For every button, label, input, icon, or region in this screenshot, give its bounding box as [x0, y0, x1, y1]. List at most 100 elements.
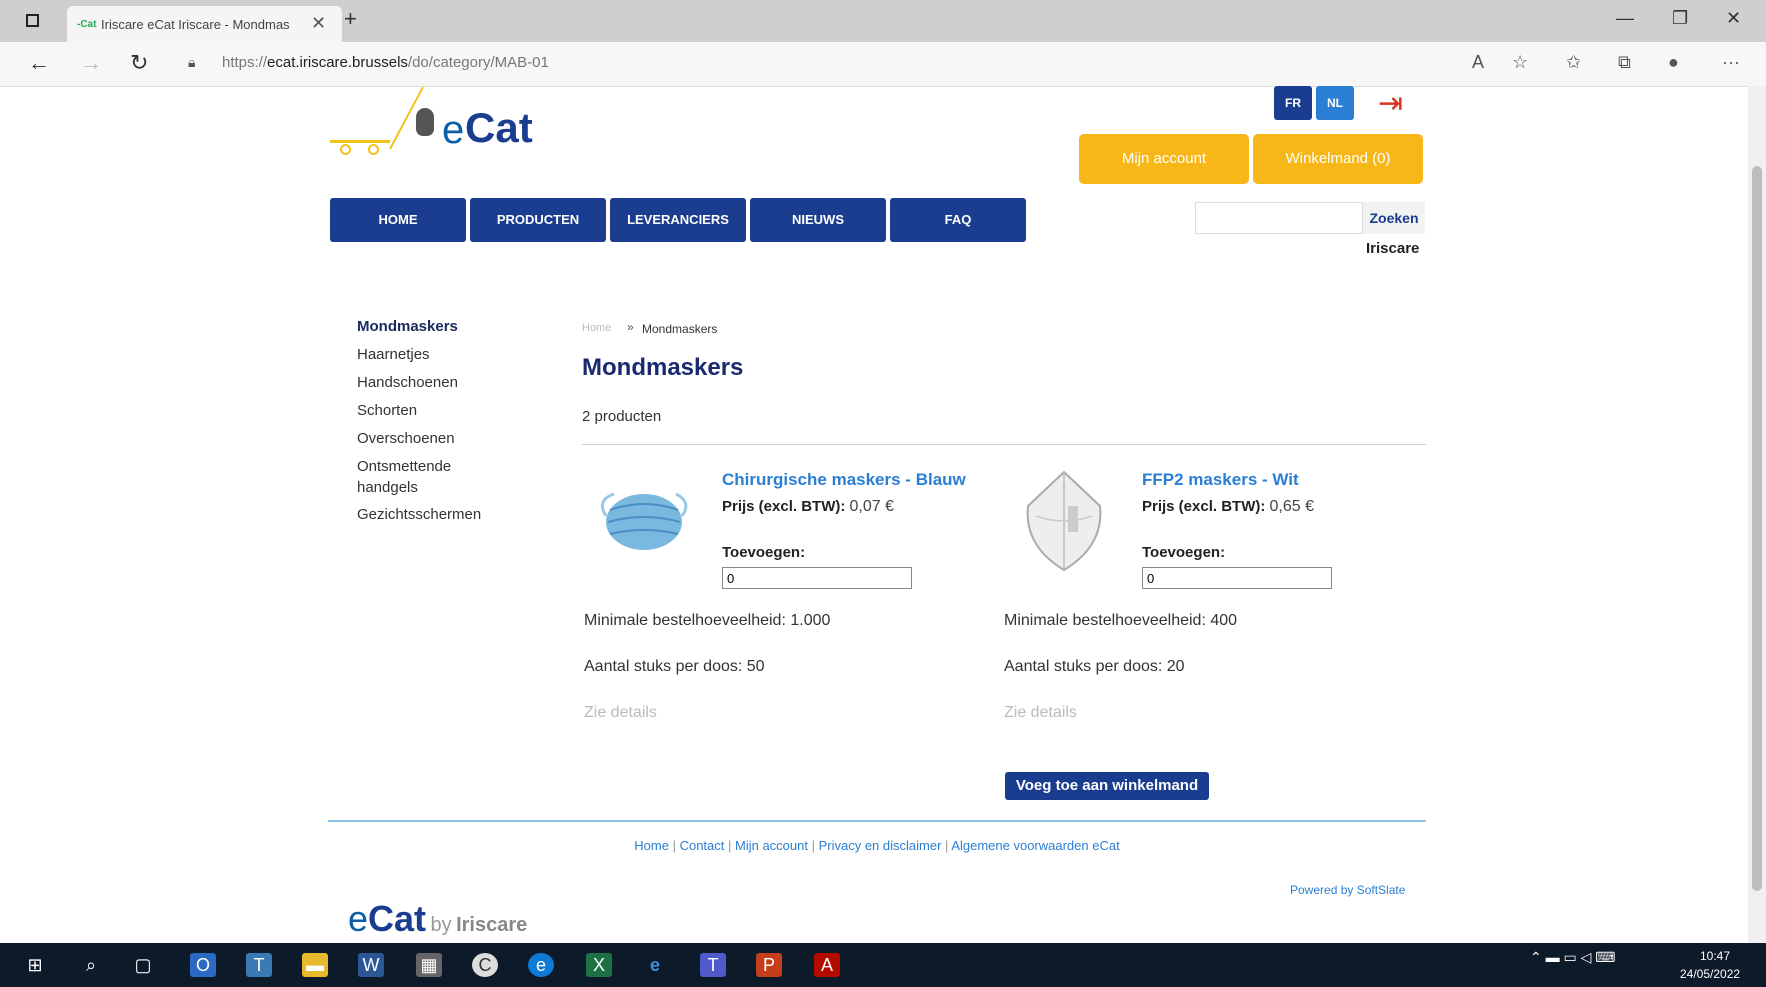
clock-date[interactable]: 24/05/2022 — [1680, 967, 1740, 981]
refresh-icon[interactable]: ↻ — [130, 50, 148, 76]
word-icon[interactable]: W — [358, 953, 384, 977]
breadcrumb-separator: » — [627, 320, 634, 334]
read-aloud-icon[interactable]: A — [1472, 52, 1484, 73]
footer-link-privacy[interactable]: Privacy en disclaimer — [819, 838, 942, 853]
logo-cat: Cat — [465, 104, 533, 151]
footer-logo: eCat by Iriscare — [348, 898, 527, 940]
teams-chat-icon[interactable]: T — [700, 953, 726, 977]
add-label: Toevoegen: — [722, 544, 806, 561]
cart-logo-bar — [330, 140, 390, 143]
logout-icon[interactable]: ⇥ — [1378, 86, 1403, 121]
sidebar-item-gezichtsschermen[interactable]: Gezichtsschermen — [357, 506, 481, 523]
footer-logo-by: by — [430, 914, 452, 936]
browser-tab-bar: -Cat Iriscare eCat Iriscare - Mondmas ✕ … — [0, 0, 1766, 42]
restore-icon[interactable]: ❐ — [1672, 8, 1688, 29]
minimize-icon[interactable]: — — [1616, 8, 1634, 29]
site-logo[interactable]: e Cat — [330, 86, 550, 156]
lock-icon[interactable]: 🔒︎ — [188, 54, 195, 71]
sidebar-item-handschoenen[interactable]: Handschoenen — [357, 374, 458, 391]
nav-producten[interactable]: PRODUCTEN — [470, 198, 606, 242]
surgical-mask-image[interactable] — [596, 480, 692, 560]
nav-nieuws[interactable]: NIEUWS — [750, 198, 886, 242]
breadcrumb-home-link[interactable]: Home — [582, 322, 611, 334]
details-link[interactable]: Zie details — [1004, 704, 1077, 722]
product-price: Prijs (excl. BTW): 0,07 € — [722, 498, 895, 515]
close-tab-icon[interactable]: ✕ — [311, 13, 326, 34]
footer-divider — [328, 820, 1426, 822]
quantity-input[interactable] — [1142, 567, 1332, 589]
my-account-button[interactable]: Mijn account — [1079, 134, 1249, 184]
chrome-icon[interactable]: C — [472, 953, 498, 977]
sidebar-item-ontsmettende[interactable]: Ontsmettende — [357, 458, 451, 475]
forward-icon[interactable]: → — [80, 50, 102, 76]
lang-nl-button[interactable]: NL — [1316, 86, 1354, 120]
url-field[interactable]: https://ecat.iriscare.brussels/do/catego… — [222, 54, 549, 71]
add-favorite-icon[interactable]: ☆ — [1512, 52, 1528, 73]
sidebar-item-handgels[interactable]: handgels — [357, 479, 418, 496]
lang-fr-button[interactable]: FR — [1274, 86, 1312, 120]
search-input[interactable] — [1195, 202, 1363, 234]
divider — [582, 444, 1426, 445]
edge-icon[interactable]: e — [528, 953, 554, 977]
product-price: Prijs (excl. BTW): 0,65 € — [1142, 498, 1315, 515]
outlook-icon[interactable]: O — [190, 953, 216, 977]
address-bar-row: ← → ↻ 🔒︎ https://ecat.iriscare.brussels/… — [0, 42, 1766, 87]
footer-link-terms[interactable]: Algemene voorwaarden eCat — [951, 838, 1119, 853]
search-icon[interactable]: ⌕ — [78, 953, 104, 977]
powerpoint-icon[interactable]: P — [756, 953, 782, 977]
footer-link-account[interactable]: Mijn account — [735, 838, 808, 853]
acrobat-icon[interactable]: A — [814, 953, 840, 977]
organization-name: Iriscare — [1366, 240, 1420, 257]
logo-e: e — [442, 108, 465, 152]
back-icon[interactable]: ← — [28, 50, 50, 76]
search-button[interactable]: Zoeken — [1363, 202, 1425, 234]
collections-icon[interactable]: ⧉ — [1618, 52, 1631, 73]
favorites-icon[interactable]: ✩ — [1566, 52, 1581, 73]
footer-link-contact[interactable]: Contact — [680, 838, 725, 853]
more-icon[interactable]: ··· — [1722, 52, 1740, 73]
sidebar-item-haarnetjes[interactable]: Haarnetjes — [357, 346, 430, 363]
tab-title: Iriscare eCat Iriscare - Mondmas — [101, 17, 290, 32]
powered-by-link[interactable]: Powered by SoftSlate — [1290, 883, 1405, 897]
per-box-text: Aantal stuks per doos: 20 — [1004, 658, 1185, 675]
window-menu-icon[interactable] — [26, 14, 39, 27]
nav-faq[interactable]: FAQ — [890, 198, 1026, 242]
footer-logo-cat: Cat — [368, 898, 427, 939]
close-window-icon[interactable]: ✕ — [1726, 8, 1741, 29]
page-title: Mondmaskers — [582, 354, 744, 381]
sidebar-item-mondmaskers[interactable]: Mondmaskers — [357, 318, 458, 335]
profile-icon[interactable]: ● — [1668, 52, 1679, 73]
quantity-input[interactable] — [722, 567, 912, 589]
add-to-cart-button[interactable]: Voeg toe aan winkelmand — [1005, 772, 1209, 800]
excel-icon[interactable]: X — [586, 953, 612, 977]
ffp2-mask-image[interactable] — [1016, 466, 1112, 576]
details-link[interactable]: Zie details — [584, 704, 657, 722]
windows-start-icon[interactable]: ⊞ — [22, 953, 48, 977]
min-order-text: Minimale bestelhoeveelheid: 400 — [1004, 612, 1238, 629]
product-name-link[interactable]: FFP2 maskers - Wit — [1142, 470, 1299, 490]
footer-link-home[interactable]: Home — [634, 838, 669, 853]
cart-button[interactable]: Winkelmand (0) — [1253, 134, 1423, 184]
browser-tab[interactable]: -Cat Iriscare eCat Iriscare - Mondmas ✕ — [67, 6, 342, 42]
per-box-text: Aantal stuks per doos: 50 — [584, 658, 765, 675]
internet-explorer-icon[interactable]: e — [642, 953, 668, 977]
sidebar-item-overschoenen[interactable]: Overschoenen — [357, 430, 455, 447]
scrollbar-thumb[interactable] — [1752, 166, 1762, 891]
footer-logo-e: e — [348, 898, 369, 939]
teams-icon[interactable]: T — [246, 953, 272, 977]
mouse-icon — [416, 108, 434, 136]
product-count: 2 producten — [582, 408, 662, 425]
product-name-link[interactable]: Chirurgische maskers - Blauw — [722, 470, 966, 490]
system-tray-icons[interactable]: ⌃ ▬ ▭ ◁ ⌨ — [1530, 949, 1616, 966]
nav-home[interactable]: HOME — [330, 198, 466, 242]
file-explorer-icon[interactable]: ▬ — [302, 953, 328, 977]
clock-time[interactable]: 10:47 — [1700, 949, 1730, 963]
nav-leveranciers[interactable]: LEVERANCIERS — [610, 198, 746, 242]
sidebar-item-schorten[interactable]: Schorten — [357, 402, 417, 419]
calculator-icon[interactable]: ▦ — [416, 953, 442, 977]
footer-links: Home | Contact | Mijn account | Privacy … — [634, 838, 1120, 853]
task-view-icon[interactable]: ▢ — [130, 953, 156, 977]
new-tab-icon[interactable]: + — [344, 6, 357, 32]
cart-wheel-icon — [368, 144, 379, 155]
scrollbar[interactable] — [1748, 86, 1766, 943]
